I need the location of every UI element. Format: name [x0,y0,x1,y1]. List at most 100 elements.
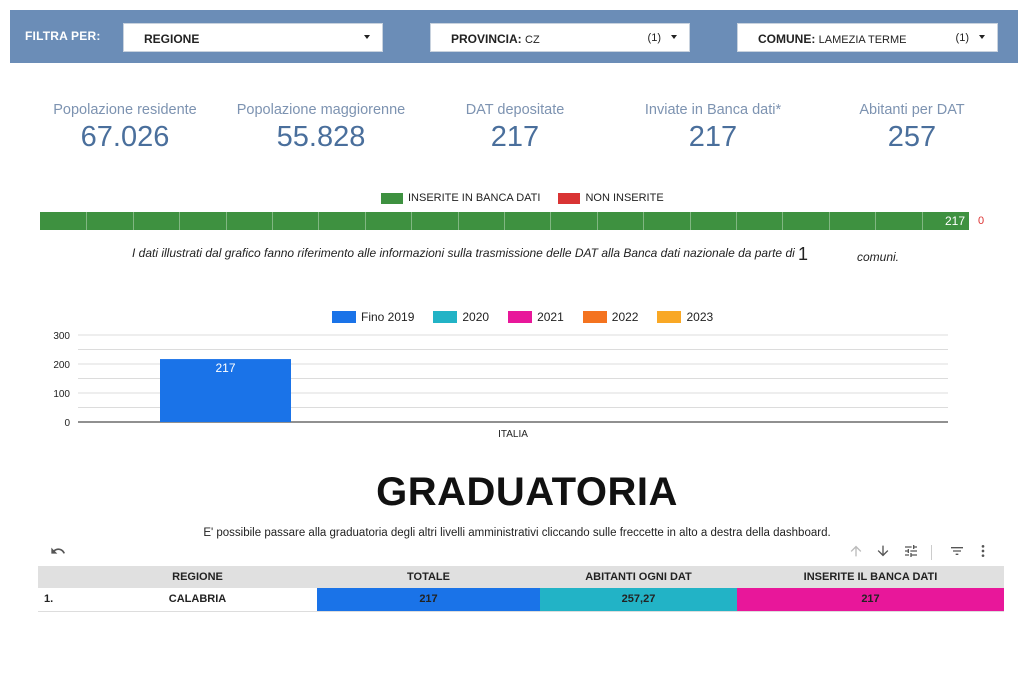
legend-label: 2022 [611,310,639,324]
kpi-popolazione-residente: Popolazione residente 67.026 [25,102,225,154]
provincia-count: (1) [647,32,661,44]
bar-gridline [689,212,691,230]
kpi-label: DAT depositate [465,102,565,118]
bar-gridline [875,212,877,230]
legend-swatch [332,311,356,323]
column-header-totale[interactable]: TOTALE [317,566,540,588]
transmission-note-end: comuni. [857,250,900,264]
legend-swatch [582,311,607,323]
kpi-label: Abitanti per DAT [859,102,965,118]
comune-count: (1) [955,32,969,44]
legend-item-fino-2019[interactable]: Fino 2019 [332,310,414,324]
transmission-legend: INSERITE IN BANCA DATI NON INSERITE [381,192,682,204]
table-header-row: REGIONE TOTALE ABITANTI OGNI DAT INSERIT… [38,566,1004,588]
bar-gridline [411,212,413,230]
legend-label: INSERITE IN BANCA DATI [408,192,541,204]
kpi-value: 67.026 [80,121,170,153]
kpi-value: 257 [887,121,937,153]
legend-item-2023[interactable]: 2023 [657,310,713,324]
transmission-note-count: 1 [798,244,809,264]
provincia-dropdown-label: PROVINCIA: CZ [451,32,540,46]
filter-label: FILTRA PER: [25,29,101,43]
kpi-value: 217 [688,121,738,153]
legend-item-2021[interactable]: 2021 [508,310,564,324]
legend-label: 2021 [537,310,564,324]
filter-icon[interactable] [948,543,966,561]
chevron-down-icon [364,35,370,39]
legend-swatch [657,311,682,323]
column-header-inserite[interactable]: INSERITE IL BANCA DATI [737,566,1004,588]
legend-swatch [381,192,403,204]
kpi-inviate-banca-dati: Inviate in Banca dati* 217 [613,102,813,154]
kpi-abitanti-per-dat: Abitanti per DAT 257 [812,102,1012,154]
table-row[interactable]: 1. CALABRIA 217 257,27 217 [38,588,1004,612]
legend-item-non-inserite[interactable]: NON INSERITE [558,192,664,204]
bar-gridline [86,212,88,230]
regione-dropdown[interactable]: REGIONE [123,23,383,52]
legend-label: Fino 2019 [361,310,415,324]
arrow-up-icon[interactable] [847,543,865,561]
provincia-dropdown[interactable]: PROVINCIA: CZ (1) [430,23,690,52]
legend-swatch [433,311,458,323]
legend-item-2022[interactable]: 2022 [582,310,639,324]
legend-label: NON INSERITE [585,192,664,204]
cell-inserite: 217 [737,588,1004,612]
legend-swatch [558,192,581,204]
bar-gridline [782,212,784,230]
bar-gridline [921,212,923,230]
column-header-index [38,566,78,588]
bar-gridline [828,212,830,230]
bar-gridline [736,212,737,230]
kpi-label: Inviate in Banca dati* [644,102,782,118]
legend-swatch [508,311,533,323]
undo-icon[interactable] [49,543,67,561]
more-vert-icon[interactable] [974,543,992,561]
bar-data-label: 217 [215,361,235,375]
column-chart: 0 100 200 300 217 ITALIA [53,331,948,440]
kpi-popolazione-maggiorenne: Popolazione maggiorenne 55.828 [221,102,421,154]
inserite-bar-value: 217 [944,214,965,228]
column-header-regione[interactable]: REGIONE [78,566,317,588]
arrow-down-icon[interactable] [874,543,892,561]
non-inserite-value: 0 [978,215,985,227]
inserite-bar[interactable]: 217 [40,212,969,230]
bar-gridline [179,212,181,230]
graduatoria-title: GRADUATORIA [376,470,678,514]
row-index: 1. [38,588,78,612]
chevron-down-icon [979,35,985,39]
legend-item-2020[interactable]: 2020 [433,310,489,324]
cell-abitanti: 257,27 [540,588,737,612]
provincia-value: CZ [525,34,540,46]
comune-dropdown-label: COMUNE: LAMEZIA TERME [758,32,907,46]
bar-gridline [550,212,552,230]
legend-label: 2020 [462,310,490,324]
transmission-note: I dati illustrati dal grafico fanno rife… [132,246,795,260]
cell-totale: 217 [317,588,540,612]
bar-gridline [457,212,459,230]
provincia-label: PROVINCIA: [451,32,522,46]
toolbar-divider [931,545,932,560]
column-header-abitanti[interactable]: ABITANTI OGNI DAT [540,566,737,588]
legend-label: 2023 [686,310,714,324]
bar-gridline [272,212,273,230]
kpi-dat-depositate: DAT depositate 217 [415,102,615,154]
kpi-label: Popolazione residente [53,102,197,118]
y-tick-label: 0 [64,418,70,429]
comune-dropdown[interactable]: COMUNE: LAMEZIA TERME (1) [737,23,998,52]
kpi-value: 55.828 [276,121,366,153]
bar-gridline [504,212,505,230]
tune-icon[interactable] [902,543,920,561]
comune-label: COMUNE: [758,32,816,46]
bar-gridline [596,212,598,230]
bar-gridline [225,212,227,230]
table-toolbar [0,543,1024,561]
chart-legend: Fino 2019 2020 2021 2022 2023 [332,310,732,324]
regione-dropdown-label: REGIONE [144,32,200,46]
y-tick-label: 200 [53,360,70,371]
bar-gridline [364,212,366,230]
legend-item-inserite[interactable]: INSERITE IN BANCA DATI [381,192,540,204]
filter-bar: FILTRA PER: REGIONE PROVINCIA: CZ (1) CO… [10,10,1018,63]
y-tick-label: 100 [53,389,70,400]
kpi-label: Popolazione maggiorenne [236,102,406,118]
cell-regione: CALABRIA [78,588,317,612]
